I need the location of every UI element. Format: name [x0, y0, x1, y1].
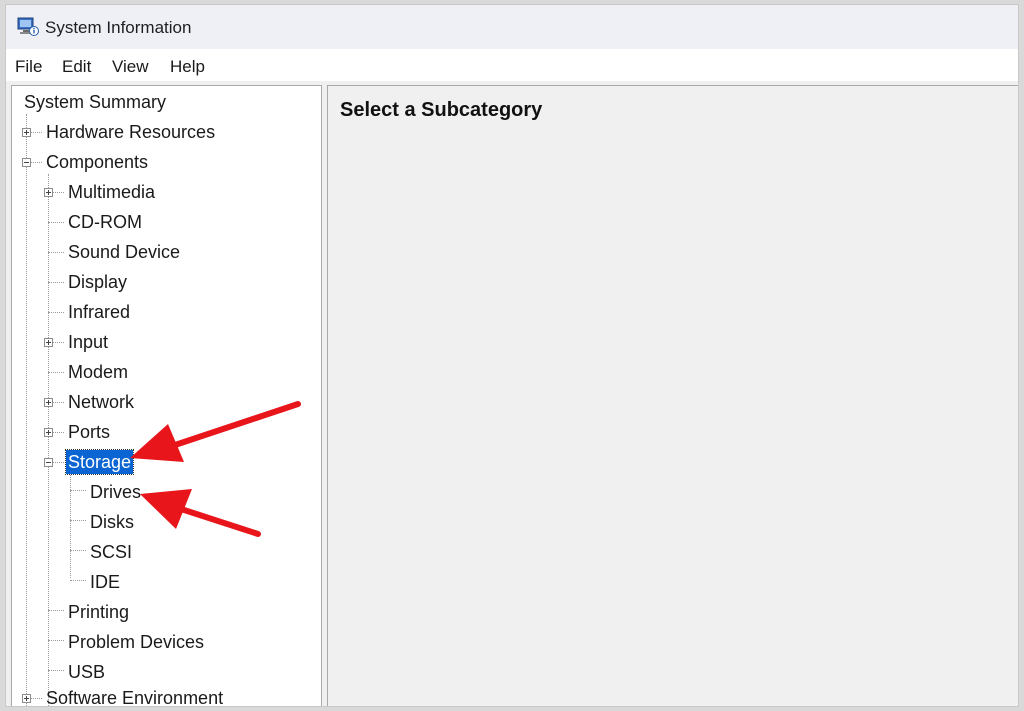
tree-item-hardware-resources[interactable]: Hardware Resources: [44, 120, 217, 144]
expand-plus-icon[interactable]: [44, 188, 53, 197]
collapse-minus-icon[interactable]: [22, 158, 31, 167]
system-information-window: System Information File Edit View Help S…: [5, 4, 1019, 707]
tree-connector-line: [48, 372, 64, 373]
menu-edit[interactable]: Edit: [62, 57, 91, 77]
tree-item-components[interactable]: Components: [44, 150, 150, 174]
tree-connector-line: [70, 520, 86, 521]
tree-item-cd-rom[interactable]: CD-ROM: [66, 210, 144, 234]
tree-item-ports[interactable]: Ports: [66, 420, 112, 444]
tree-connector-line: [48, 640, 64, 641]
tree-connector-line: [70, 472, 71, 578]
expand-plus-icon[interactable]: [44, 428, 53, 437]
tree-item-storage[interactable]: Storage: [64, 449, 135, 475]
title-bar: System Information: [6, 5, 1018, 49]
menu-help[interactable]: Help: [170, 57, 205, 77]
collapse-minus-icon[interactable]: [44, 458, 53, 467]
tree-connector-line: [48, 252, 64, 253]
tree-connector-line: [26, 114, 27, 706]
tree-item-problem-devices[interactable]: Problem Devices: [66, 630, 206, 654]
expand-plus-icon[interactable]: [22, 694, 31, 703]
tree-item-system-summary[interactable]: System Summary: [22, 90, 168, 114]
tree-item-disks[interactable]: Disks: [88, 510, 136, 534]
window-title: System Information: [45, 18, 192, 37]
tree-item-multimedia[interactable]: Multimedia: [66, 180, 157, 204]
expand-plus-icon[interactable]: [44, 338, 53, 347]
tree-item-usb[interactable]: USB: [66, 660, 107, 684]
menu-file[interactable]: File: [15, 57, 42, 77]
category-tree[interactable]: System Summary Hardware Resources Compon…: [11, 85, 322, 706]
tree-item-software-environment[interactable]: Software Environment: [44, 686, 225, 706]
detail-heading: Select a Subcategory: [340, 99, 543, 121]
tree-connector-line: [48, 312, 64, 313]
tree-connector-line: [48, 222, 64, 223]
tree-connector-line: [70, 580, 86, 581]
tree-connector-line: [48, 670, 64, 671]
tree-connector-line: [70, 550, 86, 551]
tree-item-drives[interactable]: Drives: [88, 480, 143, 504]
expand-plus-icon[interactable]: [44, 398, 53, 407]
tree-item-sound-device[interactable]: Sound Device: [66, 240, 182, 264]
expand-plus-icon[interactable]: [22, 128, 31, 137]
tree-item-infrared[interactable]: Infrared: [66, 300, 132, 324]
tree-item-network[interactable]: Network: [66, 390, 136, 414]
tree-item-input[interactable]: Input: [66, 330, 110, 354]
tree-connector-line: [48, 610, 64, 611]
tree-item-printing[interactable]: Printing: [66, 600, 131, 624]
menu-view[interactable]: View: [112, 57, 149, 77]
menu-bar: File Edit View Help: [6, 49, 1018, 81]
tree-connector-line: [70, 490, 86, 491]
detail-pane: Select a Subcategory: [327, 85, 1018, 706]
tree-item-display[interactable]: Display: [66, 270, 129, 294]
tree-item-ide[interactable]: IDE: [88, 570, 122, 594]
tree-item-scsi[interactable]: SCSI: [88, 540, 134, 564]
tree-item-modem[interactable]: Modem: [66, 360, 130, 384]
system-information-app-icon: [17, 17, 39, 36]
tree-connector-line: [48, 282, 64, 283]
tree-connector-line: [48, 174, 49, 706]
